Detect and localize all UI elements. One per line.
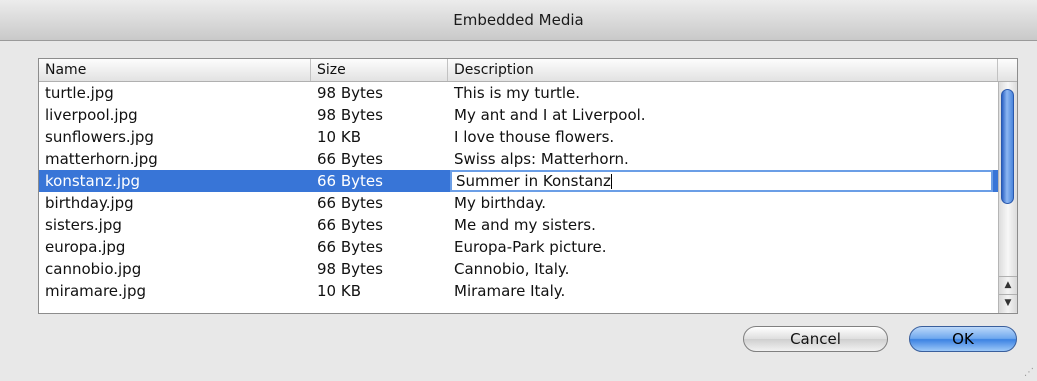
table-row[interactable]: birthday.jpg 66 Bytes My birthday. <box>39 192 998 214</box>
table-row[interactable]: liverpool.jpg 98 Bytes My ant and I at Liv… <box>39 104 998 126</box>
description-edit-text: Summer in Konstanz <box>456 172 611 190</box>
cell-size: 66 Bytes <box>317 150 383 168</box>
cell-size: 66 Bytes <box>317 194 383 212</box>
cell-size: 98 Bytes <box>317 84 383 102</box>
cell-name: matterhorn.jpg <box>45 150 158 168</box>
cell-name: konstanz.jpg <box>39 170 311 192</box>
media-table[interactable]: Name Size Description turtle.jpg 98 Bytes… <box>38 58 1018 314</box>
cell-description[interactable]: I love thouse flowers. <box>448 126 998 148</box>
cell-size: 66 Bytes <box>317 238 383 256</box>
cell-description[interactable]: Miramare Italy. <box>448 280 998 302</box>
cell-description[interactable]: Me and my sisters. <box>448 214 998 236</box>
cell-description[interactable]: Swiss alps: Matterhorn. <box>448 148 998 170</box>
table-row[interactable]: matterhorn.jpg 66 Bytes Swiss alps: Matter… <box>39 148 998 170</box>
header-corner <box>998 59 1017 81</box>
cell-size: 66 Bytes <box>317 216 383 234</box>
cell-name: sunflowers.jpg <box>45 128 154 146</box>
column-header-name[interactable]: Name <box>39 59 311 81</box>
table-row[interactable]: cannobio.jpg 98 Bytes Cannobio, Italy. <box>39 258 998 280</box>
cell-description[interactable]: Cannobio, Italy. <box>448 258 998 280</box>
resize-grip-icon[interactable]: ⋰ <box>1023 367 1035 379</box>
cell-name: miramare.jpg <box>45 282 146 300</box>
cell-name: birthday.jpg <box>45 194 134 212</box>
cell-description[interactable]: Summer in Konstanz <box>448 170 998 192</box>
scroll-up-arrow-icon[interactable]: ▲ <box>999 276 1017 294</box>
table-body: turtle.jpg 98 Bytes This is my turtle. live… <box>39 82 998 313</box>
table-header: Name Size Description <box>39 59 1017 82</box>
table-row[interactable]: konstanz.jpg 66 Bytes Summer in Konstanz <box>39 170 998 192</box>
table-row[interactable]: sisters.jpg 66 Bytes Me and my sisters. <box>39 214 998 236</box>
cell-size: 10 KB <box>317 282 361 300</box>
cancel-button[interactable]: Cancel <box>743 326 888 352</box>
cell-size: 66 Bytes <box>311 170 448 192</box>
cell-description[interactable]: My ant and I at Liverpool. <box>448 104 998 126</box>
cell-size: 98 Bytes <box>317 106 383 124</box>
cell-name: europa.jpg <box>45 238 126 256</box>
ok-button[interactable]: OK <box>909 326 1017 352</box>
cell-description[interactable]: Europa-Park picture. <box>448 236 998 258</box>
embedded-media-dialog: Embedded Media Name Size Description tur… <box>0 0 1037 381</box>
cell-name: liverpool.jpg <box>45 106 138 124</box>
text-caret <box>610 174 612 189</box>
scrollbar-thumb[interactable] <box>1001 89 1014 204</box>
scroll-down-arrow-icon[interactable]: ▼ <box>999 294 1017 312</box>
window-title: Embedded Media <box>0 0 1037 41</box>
table-row[interactable]: europa.jpg 66 Bytes Europa-Park picture. <box>39 236 998 258</box>
table-row[interactable]: turtle.jpg 98 Bytes This is my turtle. <box>39 82 998 104</box>
cell-name: sisters.jpg <box>45 216 122 234</box>
table-row[interactable]: miramare.jpg 10 KB Miramare Italy. <box>39 280 998 302</box>
table-row[interactable]: sunflowers.jpg 10 KB I love thouse flowers… <box>39 126 998 148</box>
column-header-size[interactable]: Size <box>311 59 448 81</box>
cell-description[interactable]: My birthday. <box>448 192 998 214</box>
column-header-description[interactable]: Description <box>448 59 998 81</box>
cell-size: 10 KB <box>317 128 361 146</box>
vertical-scrollbar[interactable]: ▲ ▼ <box>998 82 1017 313</box>
cell-name: turtle.jpg <box>45 84 114 102</box>
cell-name: cannobio.jpg <box>45 260 142 278</box>
cell-description[interactable]: This is my turtle. <box>448 82 998 104</box>
description-edit-field[interactable]: Summer in Konstanz <box>450 170 993 192</box>
cell-size: 98 Bytes <box>317 260 383 278</box>
